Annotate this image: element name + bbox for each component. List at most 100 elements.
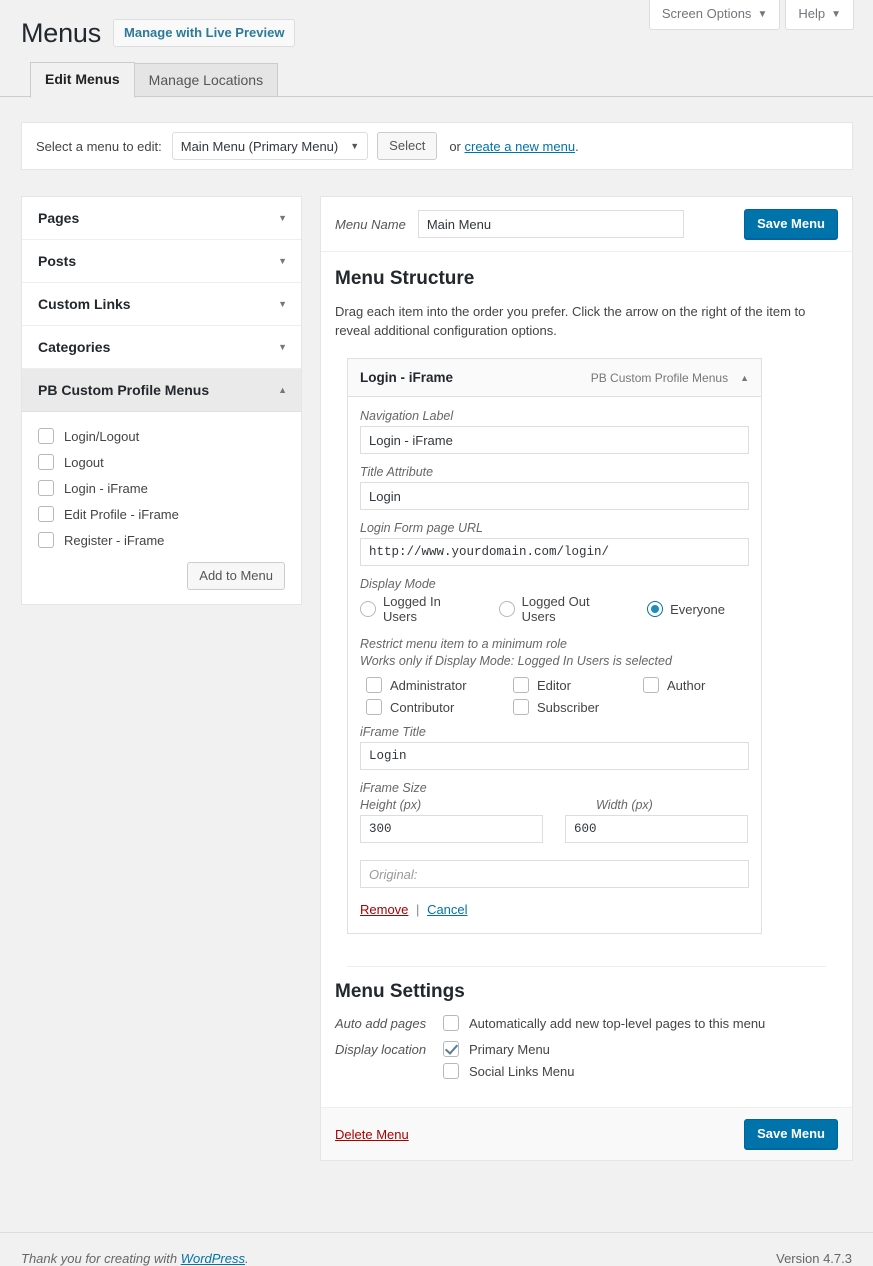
accordion-label: Custom Links — [38, 296, 131, 312]
navigation-label-input[interactable] — [360, 426, 749, 454]
checkbox-icon[interactable] — [366, 699, 382, 715]
login-form-url-input[interactable] — [360, 538, 749, 566]
menu-item-type: PB Custom Profile Menus — [590, 370, 729, 385]
tab-edit-menus[interactable]: Edit Menus — [30, 62, 135, 98]
radio-icon[interactable] — [498, 601, 515, 617]
checkbox-icon[interactable] — [366, 677, 382, 693]
auto-add-pages-label: Auto add pages — [335, 1016, 427, 1031]
checkbox-role-author[interactable]: Author — [643, 677, 749, 693]
chevron-up-icon: ▲ — [278, 385, 287, 395]
menu-settings-title: Menu Settings — [335, 981, 465, 1002]
cancel-link[interactable]: Cancel — [427, 902, 467, 917]
title-attribute-input[interactable] — [360, 482, 749, 510]
list-item[interactable]: Register - iFrame — [38, 532, 285, 548]
checkbox-role-contributor[interactable]: Contributor — [366, 699, 513, 715]
nav-tabs: Edit Menus Manage Locations — [30, 62, 279, 98]
iframe-height-input[interactable] — [360, 815, 543, 843]
original-input[interactable] — [360, 860, 749, 888]
checkbox-icon[interactable] — [643, 677, 659, 693]
save-menu-button-bottom[interactable]: Save Menu — [744, 1119, 838, 1149]
menu-name-row: Menu Name Save Menu — [321, 197, 852, 252]
wp-admin-menus-page: Screen Options ▼ Help ▼ Menus Manage with … — [0, 0, 873, 1266]
checkbox-auto-add-pages[interactable]: Automatically add new top-level pages to… — [443, 1015, 765, 1031]
accordion-label: Posts — [38, 253, 77, 269]
list-item[interactable]: Logout — [38, 454, 285, 470]
help-button[interactable]: Help ▼ — [785, 0, 854, 30]
menu-item-body: Navigation Label Title Attribute Login F… — [348, 397, 761, 933]
checkbox-icon[interactable] — [443, 1063, 459, 1079]
display-location-row: Display location Primary Menu Social Lin… — [335, 1041, 838, 1079]
display-location-options: Primary Menu Social Links Menu — [443, 1041, 575, 1079]
menu-item-header[interactable]: Login - iFrame PB Custom Profile Menus ▲ — [348, 359, 761, 397]
iframe-size-label: iFrame Size — [360, 781, 427, 795]
checkbox-icon[interactable] — [443, 1015, 459, 1031]
radio-icon-selected[interactable] — [647, 601, 664, 617]
menu-select-dropdown[interactable]: Main Menu (Primary Menu) ▼ — [171, 132, 369, 160]
delete-menu-link[interactable]: Delete Menu — [335, 1127, 409, 1142]
login-form-url-label: Login Form page URL — [360, 521, 483, 535]
menu-item-actions: Remove | Cancel — [360, 902, 749, 917]
wordpress-link[interactable]: WordPress — [181, 1251, 245, 1266]
checkbox-icon[interactable] — [513, 699, 529, 715]
radio-logged-out-users[interactable]: Logged Out Users — [498, 594, 623, 624]
title-attribute-label: Title Attribute — [360, 465, 434, 479]
iframe-title-input[interactable] — [360, 742, 749, 770]
checkbox-role-subscriber[interactable]: Subscriber — [513, 699, 643, 715]
checkbox-role-editor[interactable]: Editor — [513, 677, 643, 693]
accordion-pages[interactable]: Pages ▼ — [22, 197, 301, 240]
radio-logged-in-users[interactable]: Logged In Users — [360, 594, 475, 624]
accordion-pb-custom-profile-menus[interactable]: PB Custom Profile Menus ▲ — [22, 369, 301, 412]
add-to-menu-row: Add to Menu — [38, 562, 285, 590]
radio-icon[interactable] — [360, 601, 376, 617]
iframe-size-labels: Height (px) Width (px) — [360, 798, 749, 812]
list-item-label: Login/Logout — [64, 428, 140, 444]
footer-thanks: Thank you for creating with WordPress. — [21, 1251, 249, 1266]
checkbox-social-links-menu[interactable]: Social Links Menu — [443, 1063, 575, 1079]
list-item[interactable]: Login - iFrame — [38, 480, 285, 496]
role-label: Contributor — [390, 699, 455, 715]
checkbox-primary-menu[interactable]: Primary Menu — [443, 1041, 575, 1057]
manage-with-live-preview-button[interactable]: Manage with Live Preview — [113, 19, 296, 47]
radio-label: Everyone — [670, 601, 725, 617]
list-item[interactable]: Login/Logout — [38, 428, 285, 444]
checkbox-icon-checked[interactable] — [443, 1041, 459, 1057]
display-mode-label: Display Mode — [360, 577, 436, 591]
menu-item-panel: Login - iFrame PB Custom Profile Menus ▲… — [347, 358, 762, 934]
menu-edit-panel: Menu Name Save Menu Menu Structure Drag … — [320, 196, 853, 1161]
role-label: Editor — [537, 677, 571, 693]
menu-structure-description: Drag each item into the order you prefer… — [335, 304, 806, 338]
role-label: Administrator — [390, 677, 467, 693]
select-button[interactable]: Select — [377, 132, 438, 160]
create-new-menu-link[interactable]: create a new menu — [465, 139, 576, 154]
checkbox-edit-profile-iframe[interactable] — [38, 506, 54, 522]
menu-name-input[interactable] — [417, 210, 684, 238]
list-item[interactable]: Edit Profile - iFrame — [38, 506, 285, 522]
checkbox-login-iframe[interactable] — [38, 480, 54, 496]
restrict-note: Restrict menu item to a minimum role Wor… — [360, 636, 749, 670]
accordion-body: Login/Logout Logout Login - iFrame Edit … — [22, 412, 301, 604]
auto-add-options: Automatically add new top-level pages to… — [443, 1015, 765, 1031]
display-mode-radio-group: Logged In Users Logged Out Users Everyon… — [360, 594, 749, 624]
accordion-posts[interactable]: Posts ▼ — [22, 240, 301, 283]
radio-label: Logged In Users — [383, 594, 441, 624]
add-to-menu-button[interactable]: Add to Menu — [187, 562, 285, 590]
checkbox-register-iframe[interactable] — [38, 532, 54, 548]
radio-everyone[interactable]: Everyone — [647, 601, 725, 617]
checkbox-role-administrator[interactable]: Administrator — [366, 677, 513, 693]
checkbox-icon[interactable] — [513, 677, 529, 693]
chevron-down-icon: ▼ — [831, 9, 841, 20]
display-location-label: Display location — [335, 1042, 427, 1057]
chevron-down-icon: ▼ — [350, 141, 360, 151]
screen-options-button[interactable]: Screen Options ▼ — [648, 0, 781, 30]
iframe-width-input[interactable] — [565, 815, 748, 843]
accordion-categories[interactable]: Categories ▼ — [22, 326, 301, 369]
chevron-up-icon[interactable]: ▲ — [740, 373, 749, 383]
checkbox-login-logout[interactable] — [38, 428, 54, 444]
add-menu-items-panel: Pages ▼ Posts ▼ Custom Links ▼ Categorie… — [21, 196, 302, 605]
menu-structure-title: Menu Structure — [335, 268, 475, 289]
accordion-custom-links[interactable]: Custom Links ▼ — [22, 283, 301, 326]
checkbox-logout[interactable] — [38, 454, 54, 470]
tab-manage-locations[interactable]: Manage Locations — [133, 63, 279, 97]
remove-link[interactable]: Remove — [360, 902, 408, 917]
save-menu-button-top[interactable]: Save Menu — [744, 209, 838, 239]
